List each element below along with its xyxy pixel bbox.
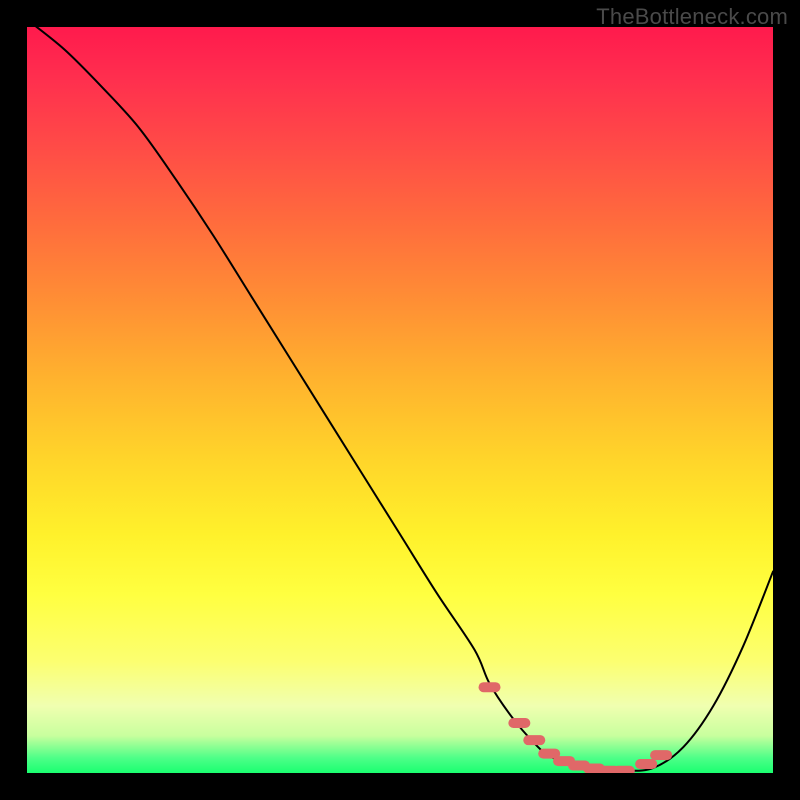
chart-plot-area <box>27 27 773 773</box>
chart-svg <box>27 27 773 773</box>
optimal-zone-dots <box>484 687 668 771</box>
chart-frame: TheBottleneck.com <box>0 0 800 800</box>
bottleneck-curve <box>27 27 773 771</box>
